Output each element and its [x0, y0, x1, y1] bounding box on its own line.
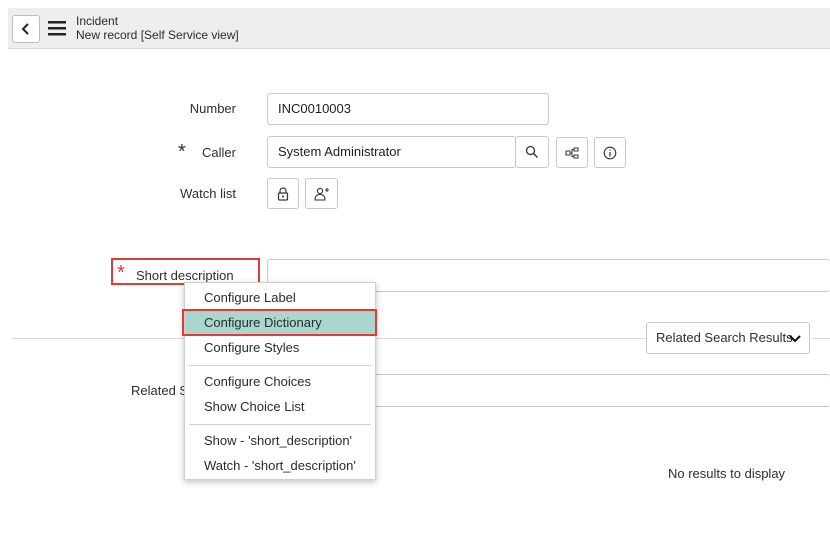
caller-lookup-button[interactable]: [515, 136, 549, 168]
related-search-results-label: Related Search Results: [656, 330, 793, 345]
related-search-results-dropdown[interactable]: Related Search Results: [646, 322, 810, 354]
back-button[interactable]: [12, 15, 40, 43]
menu-item-configure-label[interactable]: Configure Label: [185, 286, 375, 310]
search-icon: [525, 145, 538, 158]
back-icon: [21, 23, 29, 35]
menu-item-configure-choices[interactable]: Configure Choices: [185, 370, 375, 394]
number-label: Number: [189, 101, 236, 116]
configure-dictionary-highlight: [182, 309, 377, 336]
caller-field[interactable]: System Administrator: [267, 136, 516, 168]
menu-separator: [189, 365, 371, 366]
watch-list-add-me-button[interactable]: [305, 178, 338, 209]
menu-icon[interactable]: [48, 19, 66, 37]
section-divider-right: [812, 338, 830, 339]
record-title: Incident: [76, 14, 119, 28]
caller-hierarchy-button[interactable]: [556, 137, 588, 168]
add-user-icon: [313, 187, 329, 201]
caller-label: Caller: [202, 145, 236, 160]
short-description-label[interactable]: Short description: [136, 268, 234, 283]
no-results-text: No results to display: [668, 466, 786, 481]
menu-separator: [189, 424, 371, 425]
watch-list-unlock-button[interactable]: [267, 178, 299, 209]
chevron-down-icon: [789, 335, 801, 343]
short-description-required-mark: *: [117, 262, 125, 284]
info-icon: [603, 146, 617, 159]
record-subtitle: New record [Self Service view]: [76, 28, 239, 42]
watch-list-label: Watch list: [180, 186, 236, 201]
caller-required-mark: *: [178, 141, 186, 163]
menu-item-show-choice-list[interactable]: Show Choice List: [185, 395, 375, 419]
related-search-label: Related S: [131, 383, 189, 398]
number-field[interactable]: INC0010003: [267, 93, 549, 125]
lock-icon: [277, 186, 289, 201]
menu-item-watch-field[interactable]: Watch - 'short_description': [185, 454, 375, 478]
form-header: Incident New record [Self Service view]: [8, 8, 830, 49]
hierarchy-icon: [565, 147, 579, 158]
menu-item-configure-styles[interactable]: Configure Styles: [185, 336, 375, 360]
caller-info-button[interactable]: [594, 137, 626, 168]
menu-item-show-field[interactable]: Show - 'short_description': [185, 429, 375, 453]
